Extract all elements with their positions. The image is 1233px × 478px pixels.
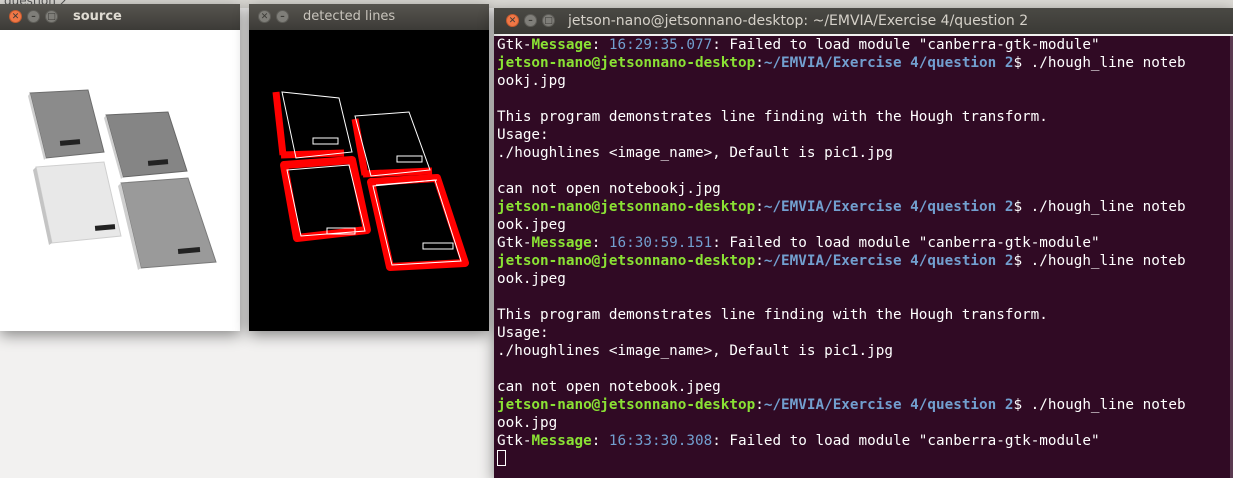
terminal-text: ./houghlines <image_name>, Default is pi… <box>497 343 893 359</box>
white-label-4 <box>422 242 454 250</box>
detected-titlebar[interactable]: ✕ – detected lines <box>249 4 489 30</box>
detected-window-title: detected lines <box>303 9 396 24</box>
source-titlebar[interactable]: ✕ – □ source <box>0 4 240 30</box>
prompt-user: jetson-nano@jetsonnano-desktop <box>497 199 756 215</box>
terminal-line: This program demonstrates line finding w… <box>497 306 1230 324</box>
white-label-2 <box>396 155 423 163</box>
prompt-path: ~/EMVIA/Exercise 4/question 2 <box>763 199 1014 215</box>
maximize-icon[interactable]: □ <box>542 14 555 27</box>
prompt-command: $ ./hough_line noteb <box>1013 199 1186 215</box>
gtk-prefix: Gtk- <box>497 37 532 53</box>
source-image <box>0 30 240 331</box>
terminal-line: ook.jpeg <box>497 216 1230 234</box>
terminal-title: jetson-nano@jetsonnano-desktop: ~/EMVIA/… <box>568 13 1029 29</box>
prompt-command-wrap: ookj.jpg <box>497 73 566 89</box>
gtk-message-word: Message <box>531 433 592 449</box>
prompt-colon: : <box>755 199 764 215</box>
source-window-title: source <box>73 9 122 24</box>
red-box-1 <box>280 156 371 242</box>
minimize-icon[interactable]: – <box>276 10 289 23</box>
prompt-command: $ ./hough_line noteb <box>1013 397 1186 413</box>
gtk-timestamp: 16:30:59.151 <box>608 235 713 251</box>
terminal-cursor <box>497 450 506 466</box>
terminal-titlebar[interactable]: ✕ – □ jetson-nano@jetsonnano-desktop: ~/… <box>494 8 1233 34</box>
prompt-user: jetson-nano@jetsonnano-desktop <box>497 253 756 269</box>
terminal-line: Usage: <box>497 324 1230 342</box>
terminal-line: jetson-nano@jetsonnano-desktop:~/EMVIA/E… <box>497 252 1230 270</box>
minimize-icon[interactable]: – <box>524 14 537 27</box>
terminal-line: ./houghlines <image_name>, Default is pi… <box>497 144 1230 162</box>
prompt-colon: : <box>755 55 764 71</box>
terminal-output[interactable]: Gtk-Message: 16:29:35.077: Failed to loa… <box>494 36 1230 478</box>
white-label-1 <box>312 137 339 145</box>
close-icon[interactable]: ✕ <box>506 14 519 27</box>
terminal-line: ookj.jpg <box>497 72 1230 90</box>
prompt-user: jetson-nano@jetsonnano-desktop <box>497 397 756 413</box>
gtk-message-text: : Failed to load module "canberra-gtk-mo… <box>712 37 1100 53</box>
white-outline-1 <box>281 91 353 159</box>
terminal-text: Usage: <box>497 127 549 143</box>
red-line-1 <box>272 91 287 156</box>
terminal-line: jetson-nano@jetsonnano-desktop:~/EMVIA/E… <box>497 54 1230 72</box>
terminal-line: Gtk-Message: 16:30:59.151: Failed to loa… <box>497 234 1230 252</box>
prompt-command-wrap: ook.jpeg <box>497 217 566 233</box>
terminal-line: can not open notebookj.jpg <box>497 180 1230 198</box>
gtk-colon: : <box>591 37 609 53</box>
close-icon[interactable]: ✕ <box>9 10 22 23</box>
terminal-text: Usage: <box>497 325 549 341</box>
gtk-message-word: Message <box>531 37 592 53</box>
gtk-message-text: : Failed to load module "canberra-gtk-mo… <box>712 433 1100 449</box>
prompt-command: $ ./hough_line noteb <box>1013 55 1186 71</box>
terminal-line: This program demonstrates line finding w… <box>497 108 1230 126</box>
prompt-command: $ ./hough_line noteb <box>1013 253 1186 269</box>
prompt-colon: : <box>755 397 764 413</box>
notebook-image-3 <box>33 161 122 245</box>
maximize-icon[interactable]: □ <box>45 10 58 23</box>
source-window[interactable]: ✕ – □ source <box>0 4 240 331</box>
terminal-text: can not open notebookj.jpg <box>497 181 721 197</box>
notebook-image-4 <box>118 177 217 270</box>
close-icon[interactable]: ✕ <box>258 10 271 23</box>
terminal-line: Usage: <box>497 126 1230 144</box>
gtk-timestamp: 16:29:35.077 <box>608 37 713 53</box>
gtk-timestamp: 16:33:30.308 <box>608 433 713 449</box>
detected-lines-window[interactable]: ✕ – detected lines <box>249 4 489 331</box>
prompt-command-wrap: ook.jpg <box>497 415 558 431</box>
gtk-message-word: Message <box>531 235 592 251</box>
gtk-message-text: : Failed to load module "canberra-gtk-mo… <box>712 235 1100 251</box>
terminal-line: jetson-nano@jetsonnano-desktop:~/EMVIA/E… <box>497 198 1230 216</box>
gtk-prefix: Gtk- <box>497 433 532 449</box>
terminal-line: ook.jpg <box>497 414 1230 432</box>
prompt-path: ~/EMVIA/Exercise 4/question 2 <box>763 55 1014 71</box>
prompt-command-wrap: ook.jpeg <box>497 271 566 287</box>
notebook-image-2 <box>104 111 188 179</box>
gtk-colon: : <box>591 235 609 251</box>
notebook-image-1 <box>28 89 105 160</box>
terminal-line: can not open notebook.jpeg <box>497 378 1230 396</box>
terminal-line: jetson-nano@jetsonnano-desktop:~/EMVIA/E… <box>497 396 1230 414</box>
minimize-icon[interactable]: – <box>27 10 40 23</box>
terminal-text: can not open notebook.jpeg <box>497 379 721 395</box>
gtk-prefix: Gtk- <box>497 235 532 251</box>
prompt-path: ~/EMVIA/Exercise 4/question 2 <box>763 253 1014 269</box>
prompt-colon: : <box>755 253 764 269</box>
terminal-line: Gtk-Message: 16:29:35.077: Failed to loa… <box>497 36 1230 54</box>
gtk-colon: : <box>591 433 609 449</box>
terminal-text: This program demonstrates line finding w… <box>497 109 1048 125</box>
terminal-text: This program demonstrates line finding w… <box>497 307 1048 323</box>
terminal-line: ook.jpeg <box>497 270 1230 288</box>
red-box-2 <box>367 174 469 271</box>
prompt-user: jetson-nano@jetsonnano-desktop <box>497 55 756 71</box>
detected-lines-image <box>249 30 489 331</box>
terminal-window[interactable]: ✕ – □ jetson-nano@jetsonnano-desktop: ~/… <box>494 8 1233 478</box>
terminal-line: ./houghlines <image_name>, Default is pi… <box>497 342 1230 360</box>
prompt-path: ~/EMVIA/Exercise 4/question 2 <box>763 397 1014 413</box>
terminal-text: ./houghlines <image_name>, Default is pi… <box>497 145 893 161</box>
terminal-line <box>497 450 1230 468</box>
terminal-line: Gtk-Message: 16:33:30.308: Failed to loa… <box>497 432 1230 450</box>
